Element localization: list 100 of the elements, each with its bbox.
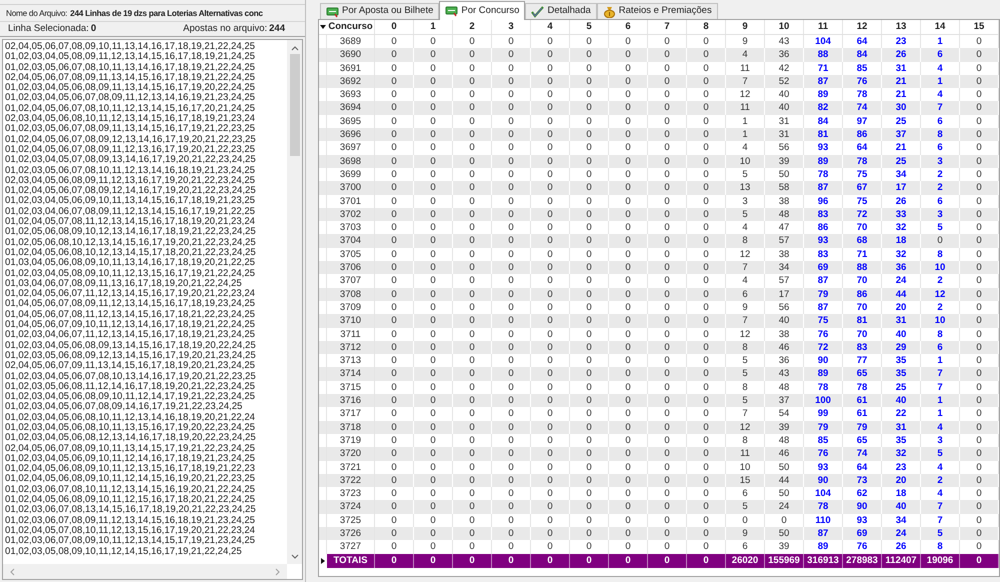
- column-header[interactable]: 14: [921, 20, 960, 34]
- vertical-scrollbar[interactable]: [287, 40, 302, 564]
- list-item[interactable]: 01,02,05,06,08,09,10,12,13,14,16,17,18,19,21,22,23,24,25: [5, 227, 287, 238]
- scrollbar-thumb[interactable]: [290, 54, 300, 156]
- scroll-down-icon[interactable]: [290, 554, 298, 560]
- list-item[interactable]: 01,02,04,05,07,08,11,12,13,14,15,16,17,18,19,20,21,23,24: [5, 217, 287, 228]
- column-header[interactable]: 10: [765, 20, 804, 34]
- list-item[interactable]: 01,04,05,06,07,08,11,12,13,14,15,16,17,18,21,22,23,24,25: [5, 310, 287, 320]
- list-item[interactable]: 01,02,03,04,05,06,08,09,13,14,15,16,17,18,19,20,22,24,25: [5, 340, 287, 351]
- column-header[interactable]: 2: [453, 20, 492, 34]
- list-item[interactable]: 01,02,04,05,07,08,10,11,12,13,15,16,17,19,20,21,22,23,24: [5, 526, 287, 536]
- list-item[interactable]: 01,02,03,05,06,08,09,12,13,14,15,16,17,19,20,21,23,24,25: [5, 350, 287, 362]
- list-item[interactable]: 01,02,04,05,06,08,09,10,11,12,15,16,17,18,20,21,22,24,25: [5, 495, 287, 506]
- list-item[interactable]: 01,02,03,06,07,08,10,11,12,13,14,15,16,19,20,21,22,24,25: [5, 484, 287, 496]
- tab[interactable]: Por Aposta ou Bilhete: [320, 3, 440, 19]
- column-header[interactable]: 13: [882, 20, 921, 34]
- table-cell: TOTAIS: [327, 554, 375, 568]
- column-header[interactable]: 3: [492, 20, 531, 34]
- table-cell: 0: [492, 554, 531, 568]
- tab[interactable]: Rateios e Premiações: [596, 3, 718, 19]
- table-cell: 112407: [882, 554, 921, 568]
- table-cell: 0: [375, 554, 414, 568]
- list-item[interactable]: 01,02,03,04,05,06,09,10,11,13,14,15,16,17,18,19,21,23,25: [5, 196, 287, 207]
- list-item[interactable]: 01,02,03,05,06,07,08,09,11,13,14,15,16,17,19,21,22,23,25: [5, 124, 287, 135]
- list-item[interactable]: 01,02,03,04,05,06,07,08,10,13,14,16,17,19,20,21,22,23,25: [5, 372, 287, 382]
- ticket-icon: [445, 5, 458, 17]
- list-item[interactable]: 01,02,03,05,06,07,08,10,11,12,13,14,16,18,19,21,23,24,25: [5, 166, 287, 176]
- list-item[interactable]: 01,02,03,04,05,06,08,12,13,14,16,17,18,19,20,22,23,24,25: [5, 433, 287, 444]
- list-item[interactable]: 01,03,04,05,06,08,09,10,11,13,14,16,17,18,19,20,21,22,25: [5, 258, 287, 269]
- list-item[interactable]: 01,02,03,06,07,08,13,14,15,16,17,18,19,20,21,22,23,24,25: [5, 505, 287, 516]
- list-item[interactable]: 01,02,03,06,07,08,09,11,12,13,14,15,16,18,19,21,23,24,25: [5, 516, 287, 526]
- column-header[interactable]: 9: [726, 20, 765, 34]
- table-cell: 19096: [921, 554, 960, 568]
- list-item[interactable]: 02,04,05,06,07,09,11,13,14,15,16,17,18,19,20,21,23,24,25: [5, 361, 287, 372]
- list-item[interactable]: 01,02,03,04,05,07,08,09,13,14,16,17,19,20,21,22,23,24,25: [5, 155, 287, 166]
- checkmark-icon: [531, 6, 544, 18]
- tab[interactable]: Detalhada: [525, 3, 597, 19]
- horizontal-scrollbar[interactable]: [3, 564, 287, 579]
- table-cell: 278983: [843, 554, 882, 568]
- list-item[interactable]: 01,04,05,06,07,09,10,11,12,13,14,16,17,18,19,21,22,24,25: [5, 320, 287, 330]
- table-cell: 0: [609, 554, 648, 568]
- money-bag-icon: [602, 6, 616, 18]
- list-item[interactable]: 01,02,03,05,06,08,11,12,14,16,17,18,19,20,21,22,23,24,25: [5, 382, 287, 392]
- list-item[interactable]: 02,03,04,05,06,08,09,11,12,13,16,17,19,20,21,22,23,24,25: [5, 176, 287, 186]
- table-cell: 155969: [765, 554, 804, 568]
- list-item[interactable]: 02,04,05,06,07,08,09,10,11,13,14,16,17,18,19,21,22,24,25: [5, 42, 287, 52]
- table-cell: 0: [414, 554, 453, 568]
- column-header[interactable]: 4: [531, 20, 570, 34]
- list-item[interactable]: 02,04,05,06,07,08,09,11,13,14,15,16,17,18,19,21,22,24,25: [5, 72, 287, 84]
- column-header[interactable]: 12: [843, 20, 882, 34]
- scroll-right-icon[interactable]: [275, 568, 281, 576]
- row-pointer-icon: [320, 558, 326, 564]
- list-item[interactable]: 01,02,04,05,06,07,08,10,11,12,13,14,15,16,17,20,21,24,25: [5, 104, 287, 114]
- table-cell: 0: [960, 554, 999, 568]
- table-cell: 316913: [804, 554, 843, 568]
- selected-line-value: 0: [90, 22, 96, 36]
- list-item[interactable]: 01,02,03,04,05,06,09,10,11,12,14,16,17,18,19,21,23,24,25: [5, 454, 287, 464]
- list-item[interactable]: 01,04,05,06,07,08,09,11,12,13,14,15,16,17,18,19,23,24,25: [5, 299, 287, 310]
- list-item[interactable]: 01,02,03,04,05,08,09,11,12,13,14,15,16,17,18,19,21,24,25: [5, 52, 287, 63]
- column-header[interactable]: 7: [648, 20, 687, 34]
- list-item[interactable]: 01,02,04,05,06,07,08,09,11,12,13,16,17,19,20,21,22,23,25: [5, 144, 287, 156]
- list-item[interactable]: 01,02,04,05,06,07,08,09,12,13,14,16,17,19,20,21,22,23,25: [5, 134, 287, 145]
- table-cell: 0: [648, 554, 687, 568]
- scroll-up-icon[interactable]: [290, 45, 298, 51]
- list-item[interactable]: 01,02,03,04,05,06,07,08,09,14,16,17,19,21,22,23,24,25: [5, 402, 287, 413]
- list-item[interactable]: 01,02,03,04,05,06,08,09,11,13,14,15,16,17,19,20,22,24,25: [5, 83, 287, 94]
- column-header[interactable]: Concurso: [327, 20, 375, 34]
- column-header[interactable]: 5: [570, 20, 609, 34]
- list-item[interactable]: 01,02,04,05,06,07,08,09,12,14,16,17,19,20,21,22,23,24,25: [5, 186, 287, 196]
- ticket-icon: [326, 6, 339, 18]
- column-header[interactable]: 8: [687, 20, 726, 34]
- list-item[interactable]: 01,02,03,04,05,08,09,10,11,12,13,15,16,17,19,21,22,24,25: [5, 268, 287, 279]
- tab[interactable]: Por Concurso: [439, 1, 526, 20]
- column-header[interactable]: 15: [960, 20, 999, 34]
- list-item[interactable]: 01,02,04,05,06,07,11,12,13,14,15,16,17,19,20,21,22,23,24: [5, 289, 287, 300]
- list-item[interactable]: 01,02,03,04,05,06,08,09,10,11,12,14,17,19,21,22,23,24,25: [5, 392, 287, 402]
- list-item[interactable]: 02,04,05,06,07,08,09,10,11,13,14,15,17,19,21,22,23,24,25: [5, 444, 287, 454]
- list-item[interactable]: 01,02,03,04,06,07,11,12,13,14,15,16,17,18,19,21,23,24,25: [5, 330, 287, 341]
- file-name-label: Nome do Arquivo:: [6, 6, 68, 20]
- list-item[interactable]: 01,02,03,05,06,07,08,10,11,13,14,16,17,18,19,21,22,24,25: [5, 62, 287, 73]
- sort-indicator-icon: [320, 24, 326, 30]
- column-header[interactable]: 1: [414, 20, 453, 34]
- list-item[interactable]: 01,02,04,05,06,08,09,10,11,12,14,15,16,19,20,21,22,23,25: [5, 474, 287, 485]
- list-item[interactable]: 01,02,03,04,06,07,08,09,11,12,13,14,15,16,17,19,21,22,25: [5, 206, 287, 218]
- list-item[interactable]: 01,02,03,04,05,06,07,08,09,11,12,13,14,16,19,21,23,24,25: [5, 93, 287, 104]
- bet-count-label: Apostas no arquivo:: [183, 22, 268, 36]
- column-header[interactable]: 0: [375, 20, 414, 34]
- column-header[interactable]: 11: [804, 20, 843, 34]
- list-item[interactable]: 02,03,04,05,06,08,10,11,12,13,14,15,16,17,18,19,21,23,24: [5, 114, 287, 124]
- column-header[interactable]: 6: [609, 20, 648, 34]
- list-item[interactable]: 01,02,05,06,08,10,12,13,14,15,16,17,19,20,21,22,23,24,25: [5, 238, 287, 248]
- list-item[interactable]: 01,02,04,05,06,08,10,12,13,14,15,17,18,20,21,22,23,24,25: [5, 248, 287, 258]
- list-item[interactable]: 01,02,03,05,08,09,10,11,12,14,15,16,17,19,21,22,24,25: [5, 546, 287, 557]
- list-item[interactable]: 01,02,03,04,05,06,08,10,11,13,15,16,17,19,20,22,23,24,25: [5, 422, 287, 434]
- list-item[interactable]: 01,02,04,05,06,08,09,10,11,12,13,15,16,17,18,19,21,22,23: [5, 464, 287, 474]
- scroll-left-icon[interactable]: [9, 568, 15, 576]
- table-cell: 0: [687, 554, 726, 568]
- list-item[interactable]: 01,03,04,06,07,08,09,11,13,16,17,18,19,20,21,22,24,25: [5, 278, 287, 290]
- list-item[interactable]: 01,02,03,06,07,08,09,10,11,12,13,14,15,17,19,21,23,24,25: [5, 536, 287, 547]
- list-item[interactable]: 01,02,03,04,05,06,08,10,11,12,13,14,16,18,19,20,21,22,24: [5, 412, 287, 423]
